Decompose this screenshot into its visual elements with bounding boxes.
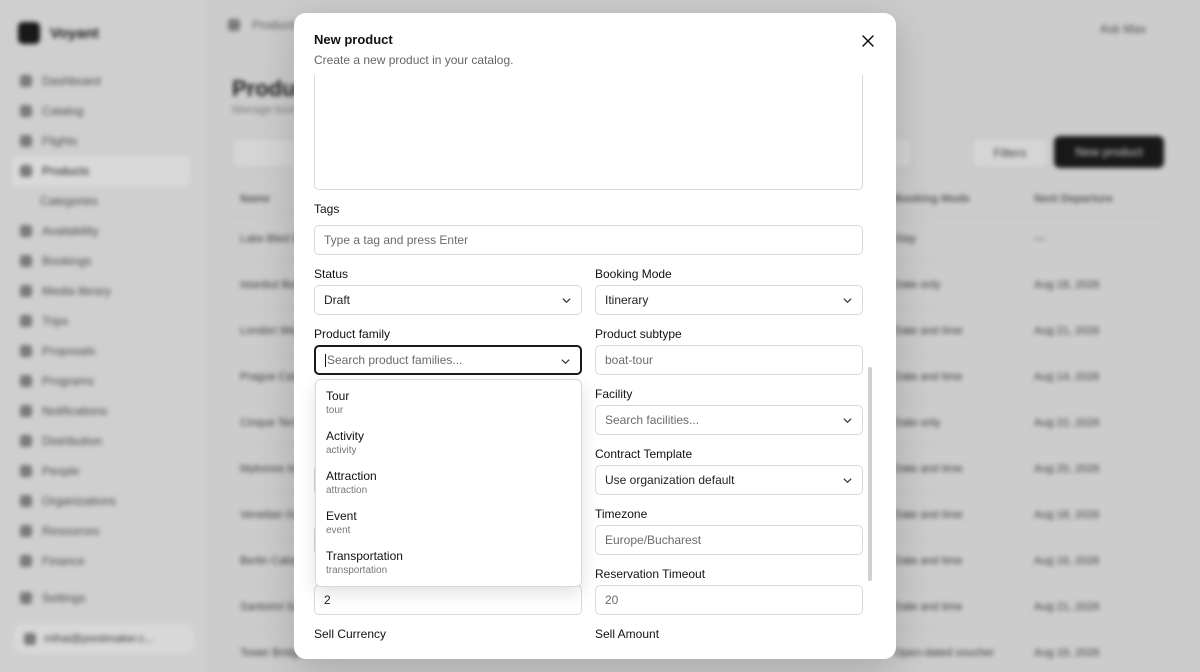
chevron-down-icon	[843, 418, 852, 424]
chevron-down-icon	[561, 359, 570, 365]
timezone-label: Timezone	[595, 507, 648, 521]
facility-label: Facility	[595, 387, 633, 401]
option-label: Transportation	[326, 549, 403, 563]
sell-amount-label: Sell Amount	[595, 627, 660, 641]
description-textarea[interactable]	[314, 75, 863, 190]
booking-mode-label: Booking Mode	[595, 267, 672, 281]
contract-template-value: Use organization default	[605, 473, 735, 487]
chevron-down-icon	[843, 478, 852, 484]
option-value: activity	[326, 445, 357, 456]
dialog-scrollbar[interactable]	[868, 367, 872, 581]
facility-combobox[interactable]: Search facilities...	[595, 405, 863, 435]
tags-input[interactable]: Type a tag and press Enter	[314, 225, 863, 255]
sell-currency-label: Sell Currency	[314, 627, 387, 641]
product-subtype-label: Product subtype	[595, 327, 682, 341]
new-product-dialog: New product Create a new product in your…	[294, 13, 896, 659]
option-label: Activity	[326, 429, 365, 443]
facility-placeholder: Search facilities...	[605, 413, 700, 427]
status-value: Draft	[324, 293, 351, 307]
option-value: tour	[326, 405, 344, 416]
product-subtype-input[interactable]: boat-tour	[595, 345, 863, 375]
booking-mode-select[interactable]: Itinerary	[595, 285, 863, 315]
option-value: transportation	[326, 565, 388, 576]
reservation-timeout-label: Reservation Timeout	[595, 567, 706, 581]
product-family-listbox: Tour tour Activity activity Attraction a…	[315, 379, 582, 587]
option-value: attraction	[326, 485, 368, 496]
option-event[interactable]: Event event	[316, 504, 581, 544]
status-select[interactable]: Draft	[314, 285, 582, 315]
close-button[interactable]	[857, 30, 879, 52]
tags-label: Tags	[314, 202, 340, 216]
status-label: Status	[314, 267, 349, 281]
dialog-title: New product	[314, 32, 393, 47]
option-transportation[interactable]: Transportation transportation	[316, 544, 581, 584]
chevron-down-icon	[562, 298, 571, 304]
contract-template-select[interactable]: Use organization default	[595, 465, 863, 495]
product-family-placeholder: Search product families...	[327, 353, 463, 367]
contract-template-label: Contract Template	[595, 447, 693, 461]
product-family-label: Product family	[314, 327, 391, 341]
text-caret	[325, 353, 326, 367]
timezone-input[interactable]: Europe/Bucharest	[595, 525, 863, 555]
close-icon	[862, 35, 874, 47]
dialog-description: Create a new product in your catalog.	[314, 53, 514, 67]
option-tour[interactable]: Tour tour	[316, 384, 581, 424]
chevron-down-icon	[843, 298, 852, 304]
option-activity[interactable]: Activity activity	[316, 424, 581, 464]
hidden-left-number-input[interactable]: 2	[314, 585, 582, 615]
option-label: Attraction	[326, 469, 377, 483]
option-label: Event	[326, 509, 357, 523]
product-family-combobox[interactable]: Search product families...	[314, 345, 582, 375]
reservation-timeout-input[interactable]: 20	[595, 585, 863, 615]
option-attraction[interactable]: Attraction attraction	[316, 464, 581, 504]
booking-mode-value: Itinerary	[605, 293, 649, 307]
option-label: Tour	[326, 389, 350, 403]
option-value: event	[326, 525, 351, 536]
